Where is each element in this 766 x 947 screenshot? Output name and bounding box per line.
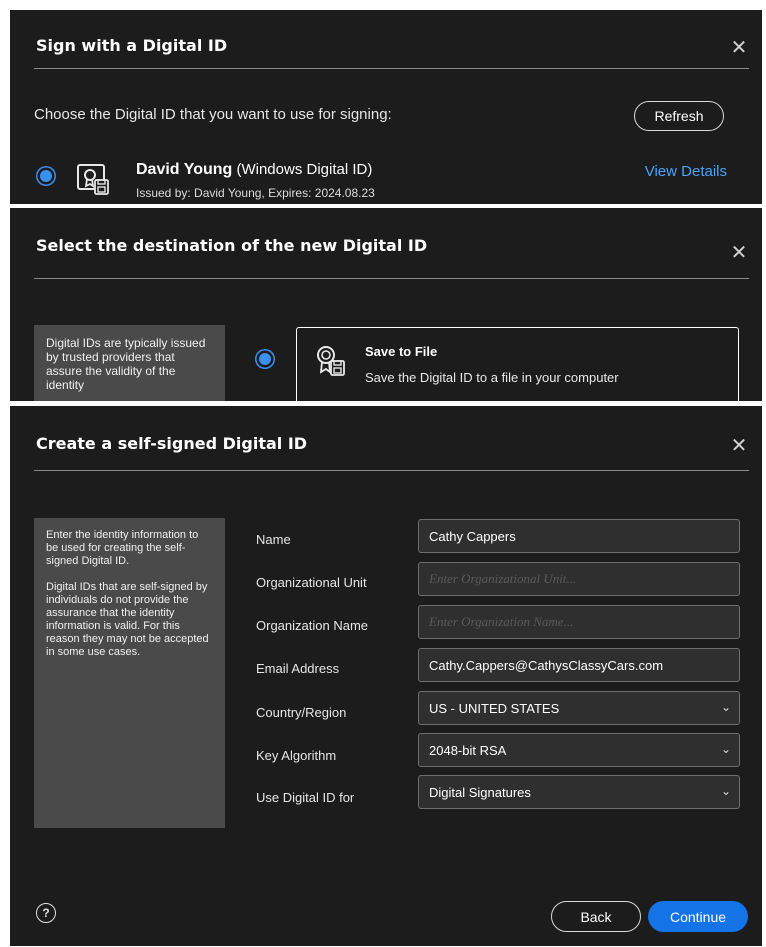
close-icon[interactable]: ✕	[730, 242, 748, 262]
divider	[34, 470, 749, 471]
divider	[34, 68, 749, 69]
close-icon[interactable]: ✕	[730, 37, 748, 57]
back-button[interactable]: Back	[551, 901, 641, 932]
org-name-label: Organization Name	[256, 618, 368, 633]
country-label: Country/Region	[256, 705, 347, 720]
dialog-title: Create a self-signed Digital ID	[36, 434, 308, 453]
chevron-down-icon: ⌄	[721, 742, 732, 756]
choose-id-prompt: Choose the Digital ID that you want to u…	[34, 106, 392, 123]
save-to-file-option[interactable]: Save to File Save the Digital ID to a fi…	[296, 327, 739, 401]
id-radio-selected[interactable]	[40, 170, 52, 182]
destination-info-text: Digital IDs are typically issued by trus…	[34, 325, 225, 401]
continue-button[interactable]: Continue	[648, 901, 748, 932]
destination-dialog: Select the destination of the new Digita…	[10, 208, 762, 401]
key-algorithm-label: Key Algorithm	[256, 748, 337, 763]
divider	[34, 278, 749, 279]
country-select[interactable]: US - UNITED STATES ⌄	[418, 691, 740, 725]
save-to-file-radio[interactable]	[259, 353, 271, 365]
info-paragraph-2: Digital IDs that are self-signed by indi…	[46, 581, 209, 658]
sign-dialog: Sign with a Digital ID ✕ Choose the Digi…	[10, 10, 762, 204]
view-details-link[interactable]: View Details	[645, 163, 727, 180]
id-name: David Young	[136, 161, 233, 178]
certificate-save-icon	[317, 346, 345, 376]
org-unit-label: Organizational Unit	[256, 575, 367, 590]
dialog-title: Sign with a Digital ID	[36, 36, 228, 55]
dialog-title: Select the destination of the new Digita…	[36, 236, 428, 255]
close-icon[interactable]: ✕	[730, 435, 748, 455]
option-title: Save to File	[365, 344, 438, 359]
digital-id-icon	[77, 164, 109, 195]
use-id-select[interactable]: Digital Signatures ⌄	[418, 775, 740, 809]
country-value: US - UNITED STATES	[429, 700, 560, 716]
id-type: (Windows Digital ID)	[236, 161, 373, 178]
use-id-label: Use Digital ID for	[256, 790, 355, 805]
org-name-field[interactable]: Enter Organization Name...	[418, 605, 740, 639]
refresh-button[interactable]: Refresh	[634, 101, 724, 131]
key-algorithm-select[interactable]: 2048-bit RSA ⌄	[418, 733, 740, 767]
org-unit-field[interactable]: Enter Organizational Unit...	[418, 562, 740, 596]
email-label: Email Address	[256, 661, 340, 676]
key-algorithm-value: 2048-bit RSA	[429, 742, 507, 758]
id-issued-info: Issued by: David Young, Expires: 2024.08…	[136, 186, 375, 200]
option-description: Save the Digital ID to a file in your co…	[365, 370, 619, 385]
help-icon[interactable]: ?	[36, 903, 56, 923]
use-id-value: Digital Signatures	[429, 784, 531, 800]
name-field[interactable]: Cathy Cappers	[418, 519, 740, 553]
chevron-down-icon: ⌄	[721, 784, 732, 798]
id-name-line: David Young (Windows Digital ID)	[136, 161, 372, 179]
info-paragraph-1: Enter the identity information to be use…	[46, 529, 199, 567]
email-field[interactable]: Cathy.Cappers@CathysClassyCars.com	[418, 648, 740, 682]
create-info-panel: Enter the identity information to be use…	[34, 518, 225, 828]
create-id-dialog: Create a self-signed Digital ID ✕ Enter …	[10, 406, 762, 946]
chevron-down-icon: ⌄	[721, 700, 732, 714]
name-label: Name	[256, 532, 291, 547]
